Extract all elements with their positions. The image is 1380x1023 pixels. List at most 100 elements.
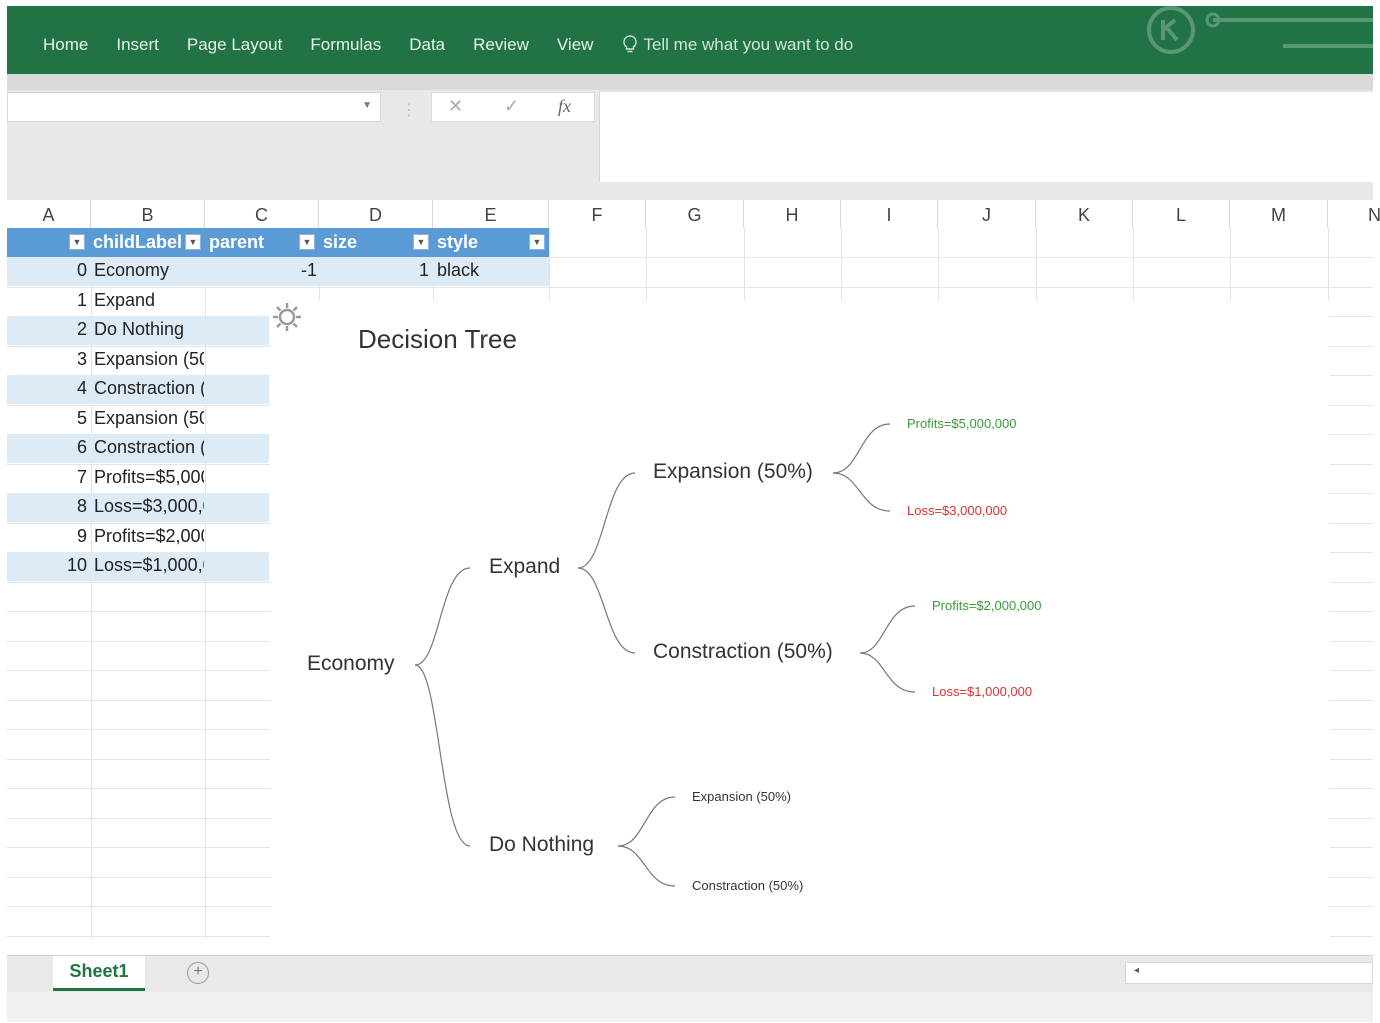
tab-insert[interactable]: Insert: [116, 35, 159, 55]
table-header-row: ▼ childLabel ▼ parent ▼ size ▼ style ▼: [7, 228, 549, 257]
cell-label: Do Nothing: [94, 319, 185, 339]
table-row[interactable]: 7 Profits=$5,000,000: [7, 464, 269, 493]
edge-economy-expand: [414, 567, 471, 666]
tab-page-layout[interactable]: Page Layout: [187, 35, 282, 55]
edge-constraction-loss: [859, 652, 916, 693]
node-economy: Economy: [307, 652, 395, 675]
node-expand: Expand: [489, 555, 561, 578]
cell-id: 5: [76, 408, 87, 428]
tab-review[interactable]: Review: [473, 35, 529, 55]
column-header-f[interactable]: F: [549, 200, 646, 228]
cell-label: Profits=$2,000,000: [94, 526, 204, 546]
status-bar: [7, 992, 1373, 1022]
cell-parent: -1: [300, 260, 317, 280]
column-header-h[interactable]: H: [744, 200, 841, 228]
edge-constraction-profits: [859, 605, 916, 654]
edge-expand-expansion: [577, 472, 636, 569]
cell-id: 6: [76, 437, 87, 457]
cell-id: 1: [76, 290, 87, 310]
scroll-left-icon[interactable]: ◂: [1134, 965, 1139, 976]
decision-tree-chart[interactable]: Decision Tree Economy Expand Do Nothing …: [270, 300, 1330, 940]
chart-title: Decision Tree: [358, 324, 517, 354]
sheet-tab-sheet1[interactable]: Sheet1: [53, 956, 145, 991]
edge-expansion-loss: [832, 472, 891, 512]
node-outcome-profits: Profits=$2,000,000: [932, 598, 1042, 613]
tab-view[interactable]: View: [557, 35, 594, 55]
filter-dropdown-icon[interactable]: ▼: [69, 234, 85, 250]
formula-bar: ▼ ⋮ ✕ ✓ fx: [7, 90, 1374, 200]
lightbulb-icon: [623, 35, 638, 53]
function-icon[interactable]: fx: [558, 96, 571, 117]
tree-connectors: [414, 423, 916, 887]
cell-label: Expand: [94, 290, 156, 310]
table-row[interactable]: 4 Constraction (50%): [7, 375, 269, 404]
column-header-i[interactable]: I: [841, 200, 938, 228]
name-box[interactable]: ▼: [7, 92, 381, 122]
node-constraction-small: Constraction (50%): [692, 878, 804, 893]
formula-input[interactable]: [599, 92, 1374, 182]
ribbon-tabs: Home Insert Page Layout Formulas Data Re…: [43, 35, 853, 55]
tell-me-box[interactable]: Tell me what you want to do: [623, 35, 853, 55]
edge-economy-do-nothing: [414, 664, 471, 847]
formula-buttons: ✕ ✓ fx: [431, 92, 595, 122]
column-header-e[interactable]: E: [433, 200, 549, 228]
ribbon-decoration-icon: [1147, 6, 1373, 54]
edge-expansion-profits: [832, 423, 891, 474]
column-header-g[interactable]: G: [646, 200, 744, 228]
edge-do-nothing-expansion: [617, 796, 676, 847]
filter-dropdown-icon[interactable]: ▼: [185, 234, 201, 250]
column-header-k[interactable]: K: [1036, 200, 1133, 228]
node-expansion-small: Expansion (50%): [692, 789, 791, 804]
filter-dropdown-icon[interactable]: ▼: [299, 234, 315, 250]
cell-id: 2: [76, 319, 87, 339]
tab-data[interactable]: Data: [409, 35, 445, 55]
column-header-a[interactable]: A: [7, 200, 91, 228]
cancel-icon[interactable]: ✕: [448, 96, 463, 117]
table-row[interactable]: 1 Expand: [7, 287, 269, 316]
column-header-c[interactable]: C: [205, 200, 319, 228]
enter-icon[interactable]: ✓: [504, 96, 519, 117]
cell-id: 9: [76, 526, 87, 546]
node-outcome-loss: Loss=$3,000,000: [907, 503, 1008, 518]
cell-id: 0: [76, 260, 87, 280]
tell-me-text: Tell me what you want to do: [643, 35, 854, 54]
add-sheet-icon[interactable]: +: [187, 962, 209, 984]
cell-label: Constraction (50%): [94, 437, 204, 457]
cell-id: 8: [76, 496, 87, 516]
column-header-n[interactable]: N: [1328, 200, 1380, 228]
ribbon: Home Insert Page Layout Formulas Data Re…: [7, 6, 1373, 74]
gear-icon[interactable]: [270, 300, 304, 334]
horizontal-scrollbar[interactable]: ◂: [1125, 962, 1373, 984]
column-header-m[interactable]: M: [1230, 200, 1328, 228]
table-row[interactable]: 9 Profits=$2,000,000: [7, 523, 269, 552]
cell-style: black: [437, 260, 480, 280]
table-row[interactable]: 10 Loss=$1,000,000: [7, 552, 269, 581]
table-header-style: style: [437, 232, 479, 252]
filter-dropdown-icon[interactable]: ▼: [413, 234, 429, 250]
column-header-b[interactable]: B: [91, 200, 205, 228]
edge-do-nothing-constraction: [617, 845, 676, 887]
filter-dropdown-icon[interactable]: ▼: [529, 234, 545, 250]
node-constraction: Constraction (50%): [653, 640, 833, 663]
table-row[interactable]: 6 Constraction (50%): [7, 434, 269, 463]
column-header-j[interactable]: J: [938, 200, 1036, 228]
tab-home[interactable]: Home: [43, 35, 88, 55]
column-header-l[interactable]: L: [1133, 200, 1230, 228]
table-row[interactable]: 5 Expansion (50%): [7, 405, 269, 434]
column-header-d[interactable]: D: [319, 200, 433, 228]
ribbon-collapsed-band: [7, 74, 1373, 90]
tab-formulas[interactable]: Formulas: [310, 35, 381, 55]
cell-size: 1: [418, 260, 429, 280]
table-header-size: size: [323, 232, 358, 252]
table-row[interactable]: 3 Expansion (50%): [7, 346, 269, 375]
cell-label: Loss=$3,000,000: [94, 496, 204, 516]
cell-label: Expansion (50%): [94, 349, 204, 369]
table-row[interactable]: 8 Loss=$3,000,000: [7, 493, 269, 522]
edge-expand-constraction: [577, 567, 636, 654]
cell-id: 10: [66, 555, 87, 575]
cell-label: Economy: [94, 260, 170, 280]
table-row[interactable]: 0 Economy -1 1 black: [7, 257, 549, 286]
formula-bar-separator: ⋮: [401, 102, 417, 119]
table-row[interactable]: 2 Do Nothing: [7, 316, 269, 345]
chevron-down-icon[interactable]: ▼: [362, 100, 372, 111]
